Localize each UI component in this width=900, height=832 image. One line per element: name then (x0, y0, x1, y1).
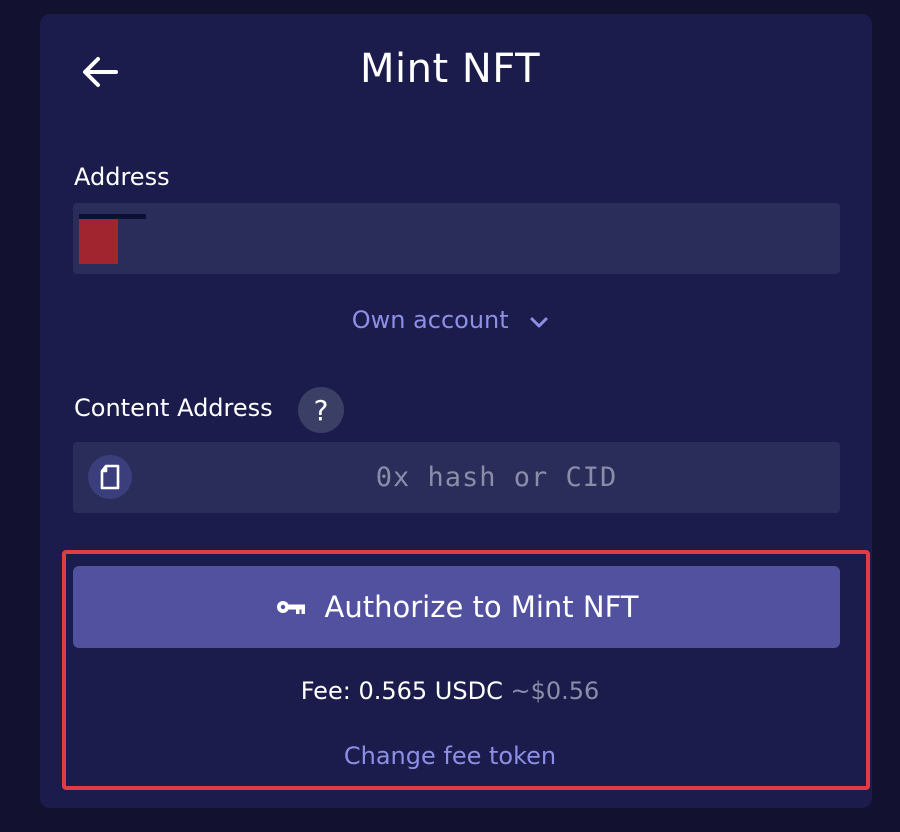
chevron-down-icon (530, 307, 548, 335)
fee-prefix: Fee: (300, 677, 359, 705)
address-field[interactable] (73, 203, 840, 274)
address-redaction-block (79, 219, 118, 264)
account-selector[interactable]: Own account (0, 306, 900, 335)
clipboard-icon (100, 464, 120, 490)
authorize-label: Authorize to Mint NFT (324, 590, 639, 624)
fee-amount: 0.565 (358, 677, 428, 705)
address-label: Address (74, 163, 170, 191)
fee-usd-value: ~$0.56 (510, 677, 600, 705)
paste-button[interactable] (88, 455, 132, 499)
question-icon: ? (313, 393, 329, 427)
page-title: Mint NFT (359, 46, 541, 92)
content-address-input[interactable] (73, 442, 840, 513)
change-fee-token-link[interactable]: Change fee token (0, 742, 900, 770)
help-button[interactable]: ? (298, 387, 344, 433)
fee-text: Fee: 0.565 USDC ~$0.56 (0, 677, 900, 705)
authorize-button[interactable]: Authorize to Mint NFT (73, 566, 840, 648)
content-address-label: Content Address (74, 394, 273, 422)
account-selector-label: Own account (351, 306, 509, 334)
content-address-field (73, 442, 840, 513)
fee-token: USDC (434, 677, 503, 705)
key-icon (275, 597, 307, 617)
